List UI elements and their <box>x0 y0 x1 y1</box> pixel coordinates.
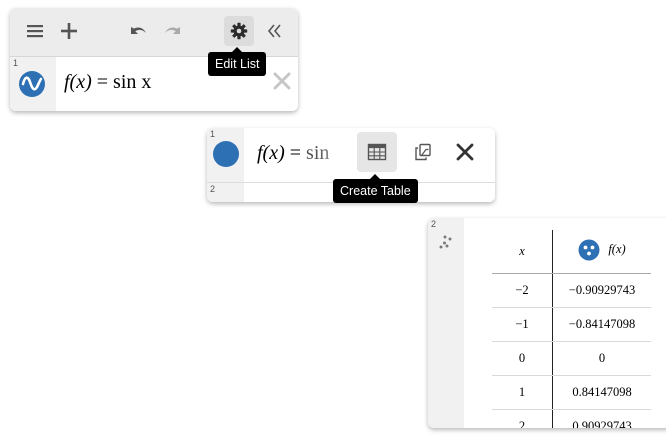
table-icon <box>367 143 387 161</box>
table-row: −2 −0.90929743 <box>492 273 651 308</box>
duplicate-icon <box>415 143 431 161</box>
delete-expression-button[interactable] <box>445 132 485 172</box>
table-row: 2 0.90929743 <box>492 409 651 428</box>
expression-equals: = <box>289 142 302 164</box>
edit-list-button[interactable] <box>224 16 254 46</box>
table-header-row: x f(x) <box>492 230 651 274</box>
edit-list-tooltip: Edit List <box>208 47 267 76</box>
double-chevron-left-icon <box>267 24 281 38</box>
color-circle-icon[interactable] <box>212 140 240 168</box>
undo-icon <box>131 27 146 34</box>
table-cell-x[interactable]: 1 <box>492 375 553 410</box>
expression-gutter: 1 <box>207 128 244 182</box>
duplicate-button[interactable] <box>403 132 443 172</box>
stage: 1 f(x) = sin x Edit List 1 f(x) = sin 2 … <box>0 0 666 440</box>
create-table-button[interactable] <box>357 132 397 172</box>
expression-rhs: sin x <box>113 71 152 93</box>
table-cell-x[interactable]: 2 <box>492 409 553 428</box>
redo-icon <box>165 27 180 34</box>
text-fade <box>319 128 355 182</box>
collapse-list-button[interactable] <box>260 16 290 46</box>
redo-button[interactable] <box>157 16 187 46</box>
plus-icon <box>61 23 77 39</box>
expression-equals: = <box>96 71 109 93</box>
undo-button[interactable] <box>124 16 154 46</box>
expression-gutter: 2 <box>207 183 244 202</box>
table-panel: 2 x f(x) −2 −0.90929743 −1 −0.84147098 0… <box>428 218 666 428</box>
expression-row[interactable]: 1 f(x) = sin <box>207 128 495 183</box>
table-cell-fx: −0.84147098 <box>552 307 651 342</box>
close-icon[interactable] <box>272 71 292 91</box>
values-table: x f(x) −2 −0.90929743 −1 −0.84147098 0 0… <box>492 230 651 428</box>
table-cell-x[interactable]: −1 <box>492 307 553 342</box>
table-cell-fx: 0.90929743 <box>572 419 632 428</box>
add-item-button[interactable] <box>54 16 84 46</box>
sine-wave-icon[interactable] <box>18 70 46 98</box>
expression-math[interactable]: f(x) = sin x <box>64 71 151 94</box>
expression-lhs: f(x) <box>64 71 92 93</box>
table-cell-fx: −0.90929743 <box>552 273 651 308</box>
row-number: 1 <box>13 58 19 68</box>
hamburger-menu-icon <box>27 25 43 38</box>
expression-toolbar <box>10 8 298 57</box>
table-cell-fx: 0.84147098 <box>552 375 651 410</box>
table-cell-x[interactable]: 0 <box>492 341 553 376</box>
column-header-fx[interactable]: f(x) <box>552 230 651 274</box>
gear-icon <box>230 22 248 40</box>
expression-gutter: 1 <box>10 57 56 111</box>
table-row: 0 0 <box>492 341 651 376</box>
row-number: 2 <box>431 219 437 229</box>
expression-lhs: f(x) <box>257 142 285 164</box>
close-icon <box>456 143 474 161</box>
points-style-icon[interactable] <box>578 239 600 261</box>
row-number: 1 <box>210 129 216 139</box>
table-cell-fx: 0 <box>552 341 651 376</box>
create-table-tooltip: Create Table <box>333 174 418 203</box>
row-number: 2 <box>210 184 216 194</box>
table-gutter: 2 <box>428 218 464 428</box>
menu-button[interactable] <box>20 16 50 46</box>
table-cell-x[interactable]: −2 <box>492 273 553 308</box>
table-settings-icon[interactable] <box>438 234 454 250</box>
column-header-x[interactable]: x <box>492 230 553 274</box>
table-row: −1 −0.84147098 <box>492 307 651 342</box>
table-row: 1 0.84147098 <box>492 375 651 410</box>
